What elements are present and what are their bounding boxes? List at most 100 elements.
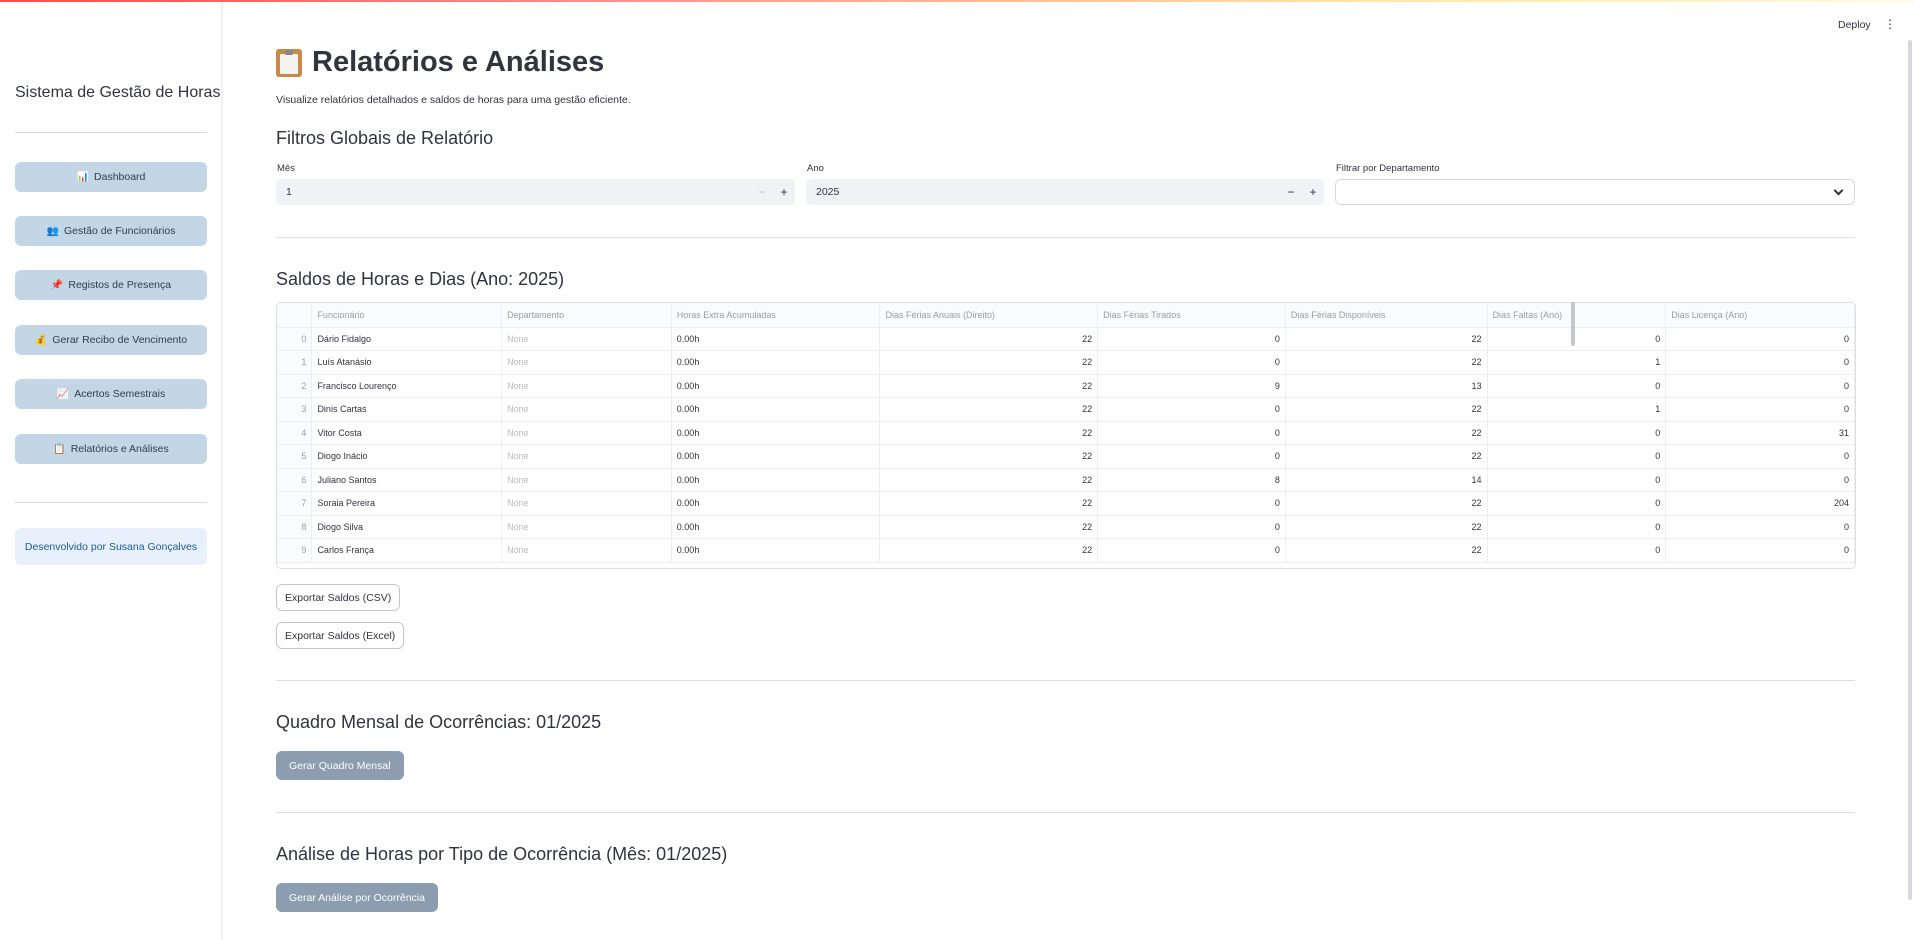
- table-cell[interactable]: 22: [879, 421, 1099, 445]
- column-header[interactable]: [277, 303, 313, 328]
- table-cell[interactable]: 0: [1097, 491, 1286, 516]
- table-cell[interactable]: 22: [879, 491, 1099, 516]
- table-cell[interactable]: 1: [1487, 350, 1667, 375]
- table-cell[interactable]: 0.00h: [671, 444, 881, 469]
- table-cell[interactable]: Carlos França: [311, 538, 503, 563]
- table-cell[interactable]: 0: [1487, 374, 1667, 398]
- row-index[interactable]: 1: [277, 350, 313, 375]
- table-cell[interactable]: 0: [1487, 468, 1667, 492]
- table-cell[interactable]: None: [501, 374, 672, 398]
- table-cell[interactable]: 9: [1097, 374, 1286, 398]
- table-cell[interactable]: 0: [1665, 538, 1855, 563]
- column-header[interactable]: Horas Extra Acumuladas: [671, 303, 881, 328]
- table-cell[interactable]: Soraia Pereira: [311, 491, 503, 516]
- balances-table[interactable]: Funcionário Departamento Horas Extra Acu…: [276, 302, 1856, 569]
- row-index[interactable]: 3: [277, 397, 313, 422]
- export-excel-button[interactable]: Exportar Saldos (Excel): [276, 622, 405, 649]
- table-cell[interactable]: None: [501, 327, 672, 351]
- table-cell[interactable]: 0: [1097, 538, 1286, 563]
- table-cell[interactable]: 22: [879, 397, 1099, 422]
- table-cell[interactable]: 22: [879, 327, 1099, 351]
- table-cell[interactable]: 0.00h: [671, 374, 881, 398]
- table-cell[interactable]: 0.00h: [671, 491, 881, 516]
- table-scrollbar[interactable]: [1571, 302, 1575, 346]
- table-cell[interactable]: 0: [1097, 515, 1286, 539]
- sidebar-item-attendance[interactable]: 📌 Registos de Presença: [15, 270, 207, 300]
- table-cell[interactable]: None: [501, 444, 672, 469]
- column-header[interactable]: Dias Férias Disponíveis: [1285, 303, 1488, 328]
- table-cell[interactable]: None: [501, 468, 672, 492]
- row-index[interactable]: 5: [277, 444, 313, 469]
- generate-monthly-button[interactable]: Gerar Quadro Mensal: [276, 751, 404, 780]
- export-csv-button[interactable]: Exportar Saldos (CSV): [276, 584, 401, 611]
- table-row[interactable]: 1 Luís Atanásio None 0.00h 22 0 22 1 0: [277, 350, 1855, 375]
- main-menu-icon[interactable]: ⋮: [1884, 17, 1896, 31]
- table-cell[interactable]: None: [501, 538, 672, 563]
- table-cell[interactable]: Vitor Costa: [311, 421, 503, 445]
- row-index[interactable]: 0: [277, 327, 313, 351]
- column-header[interactable]: Funcionário: [311, 303, 503, 328]
- column-header[interactable]: Dias Férias Tirados: [1097, 303, 1286, 328]
- table-cell[interactable]: 0: [1665, 444, 1855, 469]
- table-row[interactable]: 8 Diogo Silva None 0.00h 22 0 22 0 0: [277, 515, 1855, 539]
- table-cell[interactable]: 22: [879, 515, 1099, 539]
- table-cell[interactable]: 0: [1487, 421, 1667, 445]
- table-cell[interactable]: 22: [1285, 421, 1488, 445]
- table-cell[interactable]: None: [501, 397, 672, 422]
- table-cell[interactable]: 0: [1487, 515, 1667, 539]
- table-cell[interactable]: None: [501, 515, 672, 539]
- year-value[interactable]: 2025: [806, 186, 1280, 198]
- sidebar-item-reports[interactable]: 📋 Relatórios e Análises: [15, 434, 207, 464]
- table-row[interactable]: 7 Soraia Pereira None 0.00h 22 0 22 0 204: [277, 491, 1855, 516]
- table-cell[interactable]: Juliano Santos: [311, 468, 503, 492]
- table-cell[interactable]: 22: [1285, 491, 1488, 516]
- table-row[interactable]: 5 Diogo Inácio None 0.00h 22 0 22 0 0: [277, 444, 1855, 469]
- generate-analysis-button[interactable]: Gerar Análise por Ocorrência: [276, 883, 438, 912]
- table-cell[interactable]: Diogo Silva: [311, 515, 503, 539]
- table-cell[interactable]: 22: [879, 468, 1099, 492]
- table-cell[interactable]: None: [501, 491, 672, 516]
- table-cell[interactable]: 22: [1285, 327, 1488, 351]
- decrement-icon[interactable]: −: [751, 185, 773, 199]
- table-cell[interactable]: Diogo Inácio: [311, 444, 503, 469]
- increment-icon[interactable]: +: [1302, 185, 1324, 199]
- row-index[interactable]: 6: [277, 468, 313, 492]
- column-header[interactable]: Dias Faltas (Ano): [1487, 303, 1667, 328]
- table-cell[interactable]: 0: [1665, 350, 1855, 375]
- column-header[interactable]: Dias Licença (Ano): [1665, 303, 1855, 328]
- sidebar-item-payslip[interactable]: 💰 Gerar Recibo de Vencimento: [15, 325, 207, 355]
- row-index[interactable]: 2: [277, 374, 313, 398]
- table-cell[interactable]: Francisco Lourenço: [311, 374, 503, 398]
- table-cell[interactable]: 22: [879, 444, 1099, 469]
- table-cell[interactable]: 0: [1097, 397, 1286, 422]
- table-cell[interactable]: 0.00h: [671, 421, 881, 445]
- month-input[interactable]: 1 − +: [276, 179, 795, 205]
- row-index[interactable]: 7: [277, 491, 313, 516]
- table-cell[interactable]: 0.00h: [671, 327, 881, 351]
- table-cell[interactable]: 0.00h: [671, 350, 881, 375]
- table-cell[interactable]: 0: [1487, 491, 1667, 516]
- sidebar-item-dashboard[interactable]: 📊 Dashboard: [15, 162, 207, 192]
- table-cell[interactable]: 0.00h: [671, 515, 881, 539]
- row-index[interactable]: 9: [277, 538, 313, 563]
- row-index[interactable]: 8: [277, 515, 313, 539]
- table-cell[interactable]: 22: [879, 350, 1099, 375]
- table-cell[interactable]: 204: [1665, 491, 1855, 516]
- table-cell[interactable]: 0: [1487, 444, 1667, 469]
- table-cell[interactable]: 22: [879, 538, 1099, 563]
- table-cell[interactable]: 0: [1665, 374, 1855, 398]
- table-cell[interactable]: 0: [1487, 327, 1667, 351]
- decrement-icon[interactable]: −: [1280, 185, 1302, 199]
- month-value[interactable]: 1: [276, 186, 751, 198]
- table-cell[interactable]: 0: [1665, 327, 1855, 351]
- table-cell[interactable]: Dário Fidalgo: [311, 327, 503, 351]
- table-cell[interactable]: 0: [1665, 468, 1855, 492]
- table-cell[interactable]: 1: [1487, 397, 1667, 422]
- table-cell[interactable]: 0: [1665, 515, 1855, 539]
- table-row[interactable]: 4 Vitor Costa None 0.00h 22 0 22 0 31: [277, 421, 1855, 445]
- table-row[interactable]: 3 Dinis Cartas None 0.00h 22 0 22 1 0: [277, 397, 1855, 422]
- table-cell[interactable]: 0: [1665, 397, 1855, 422]
- table-cell[interactable]: 22: [1285, 350, 1488, 375]
- column-header[interactable]: Departamento: [501, 303, 672, 328]
- table-cell[interactable]: 13: [1285, 374, 1488, 398]
